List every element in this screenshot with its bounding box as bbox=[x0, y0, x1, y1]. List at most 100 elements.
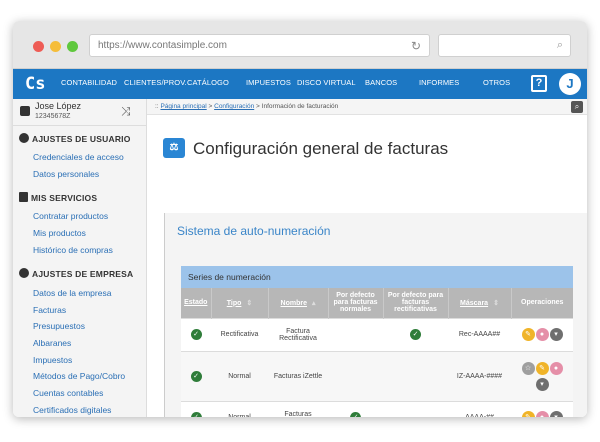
breadcrumb-home[interactable]: Página principal bbox=[160, 103, 206, 110]
default-check-icon: ✓ bbox=[410, 329, 421, 340]
cell-tipo: Rectificativa bbox=[211, 317, 268, 351]
minimize-window-icon[interactable] bbox=[50, 41, 61, 52]
section-ajustes-usuario: AJUSTES DE USUARIO bbox=[19, 133, 131, 144]
nav-bancos[interactable]: BANCOS bbox=[365, 78, 397, 87]
sidebar-item-impuestos[interactable]: Impuestos bbox=[33, 355, 72, 365]
page-title: Configuración general de facturas bbox=[193, 139, 449, 158]
gear-icon bbox=[19, 268, 29, 278]
col-def-rect: Por defecto para facturas rectificativas bbox=[383, 288, 449, 318]
search-icon[interactable]: ⌕ bbox=[571, 101, 583, 113]
nav-disco-virtual[interactable]: DISCO VIRTUAL bbox=[297, 78, 356, 87]
section-mis-servicios: MIS SERVICIOS bbox=[19, 192, 97, 203]
autonumbering-panel: Sistema de auto-numeración Series de num… bbox=[164, 213, 587, 417]
collapse-icon[interactable]: ⤨ bbox=[121, 104, 131, 119]
nav-informes[interactable]: INFORMES bbox=[419, 78, 459, 87]
col-operaciones: Operaciones bbox=[521, 299, 564, 307]
active-check-icon: ✓ bbox=[190, 329, 202, 340]
col-mascara[interactable]: Máscara ⇕ bbox=[448, 288, 512, 318]
edit-icon[interactable]: ✎ bbox=[535, 361, 549, 375]
cell-def-normal bbox=[328, 350, 383, 401]
cell-nombre: Facturas iZettle bbox=[268, 350, 328, 401]
col-tipo[interactable]: Tipo ⇕ bbox=[211, 288, 269, 318]
table-row: ✓ Normal Facturas normales ✓ AAAA-## ✎●▾ bbox=[181, 400, 573, 417]
breadcrumb-prefix: :: bbox=[155, 103, 159, 110]
cell-nombre: Factura Rectificativa bbox=[268, 317, 328, 351]
section-ajustes-empresa: AJUSTES DE EMPRESA bbox=[19, 268, 133, 279]
cell-tipo: Normal bbox=[211, 400, 268, 417]
active-check-icon: ✓ bbox=[190, 412, 202, 417]
table-row: ✓ Normal Facturas iZettle IZ-AAAA-#### ☆… bbox=[181, 350, 573, 401]
panel-title: Sistema de auto-numeración bbox=[177, 224, 331, 238]
briefcase-icon bbox=[19, 192, 28, 202]
cell-mascara: AAAA-## bbox=[448, 400, 511, 417]
default-check-icon: ✓ bbox=[350, 412, 361, 417]
user-card-icon bbox=[20, 106, 30, 116]
col-def-normal: Por defecto para facturas normales bbox=[328, 288, 384, 318]
menu-icon[interactable]: ▾ bbox=[549, 328, 563, 341]
star-icon[interactable]: ☆ bbox=[521, 361, 535, 375]
top-navigation: Cs CONTABILIDAD CLIENTES/PROV. CATÁLOGO … bbox=[13, 69, 587, 99]
nav-contabilidad[interactable]: CONTABILIDAD bbox=[61, 78, 117, 87]
sidebar-item-certificados[interactable]: Certificados digitales bbox=[33, 405, 111, 415]
breadcrumb-config[interactable]: Configuración bbox=[214, 103, 254, 110]
col-nombre[interactable]: Nombre ▴ bbox=[268, 288, 329, 318]
edit-icon[interactable]: ✎ bbox=[521, 411, 535, 417]
gear-icon bbox=[19, 133, 29, 143]
cell-mascara: IZ-AAAA-#### bbox=[448, 350, 511, 401]
sidebar-item-datos-empresa[interactable]: Datos de la empresa bbox=[33, 288, 111, 298]
sidebar-item-contratar[interactable]: Contratar productos bbox=[33, 211, 108, 221]
cell-def-normal: ✓ bbox=[328, 400, 383, 417]
cell-operaciones: ☆ ✎ ● ▾ bbox=[511, 350, 573, 401]
avatar[interactable]: J bbox=[559, 73, 581, 95]
nav-clientes[interactable]: CLIENTES/PROV. bbox=[124, 78, 187, 87]
col-estado[interactable]: Estado bbox=[181, 288, 212, 318]
cell-operaciones: ✎●▾ bbox=[511, 400, 573, 417]
sidebar-item-cuentas-contables[interactable]: Cuentas contables bbox=[33, 388, 103, 398]
browser-search-field[interactable]: ⌕ bbox=[438, 34, 571, 57]
cell-def-normal bbox=[328, 317, 383, 351]
reload-icon[interactable]: ↻ bbox=[411, 39, 421, 53]
sidebar-item-facturas[interactable]: Facturas bbox=[33, 305, 66, 315]
nav-catalogo[interactable]: CATÁLOGO bbox=[187, 78, 229, 87]
user-name: Jose López bbox=[35, 101, 82, 111]
sidebar-item-historico[interactable]: Histórico de compras bbox=[33, 245, 113, 255]
sidebar-item-mis-productos[interactable]: Mis productos bbox=[33, 228, 86, 238]
main-content: ⚖ Configuración general de facturas Sist… bbox=[147, 116, 587, 417]
cell-nombre: Facturas normales bbox=[268, 400, 328, 417]
user-box: Jose López 12345678Z ⤨ bbox=[13, 99, 146, 126]
toggle-icon[interactable]: ● bbox=[549, 361, 563, 375]
breadcrumb: :: Página principal > Configuración > In… bbox=[147, 99, 587, 115]
scales-icon: ⚖ bbox=[163, 138, 185, 158]
nav-otros[interactable]: OTROS bbox=[483, 78, 510, 87]
menu-icon[interactable]: ▾ bbox=[549, 411, 563, 417]
cell-def-rect bbox=[383, 350, 448, 401]
edit-icon[interactable]: ✎ bbox=[521, 328, 535, 341]
search-icon: ⌕ bbox=[556, 39, 563, 51]
breadcrumb-sep: > bbox=[256, 103, 260, 110]
series-table: Estado Tipo ⇕ Nombre ▴ Por defecto para fa… bbox=[181, 288, 573, 417]
toggle-icon[interactable]: ● bbox=[535, 328, 549, 341]
table-title: Series de numeración bbox=[181, 266, 573, 288]
breadcrumb-current: Información de facturación bbox=[261, 103, 339, 110]
cell-operaciones: ✎●▾ bbox=[511, 317, 573, 351]
cell-def-rect: ✓ bbox=[383, 317, 448, 351]
sidebar: Jose López 12345678Z ⤨ AJUSTES DE USUARI… bbox=[13, 99, 147, 417]
logo[interactable]: Cs bbox=[25, 74, 45, 94]
help-icon[interactable]: ? bbox=[531, 75, 547, 92]
cell-def-rect bbox=[383, 400, 448, 417]
sidebar-item-metodos-pago[interactable]: Métodos de Pago/Cobro bbox=[33, 371, 125, 381]
cell-tipo: Normal bbox=[211, 350, 268, 401]
sidebar-item-datos-personales[interactable]: Datos personales bbox=[33, 169, 99, 179]
user-nif: 12345678Z bbox=[35, 113, 71, 120]
nav-impuestos[interactable]: IMPUESTOS bbox=[246, 78, 291, 87]
maximize-window-icon[interactable] bbox=[67, 41, 78, 52]
toggle-icon[interactable]: ● bbox=[535, 411, 549, 417]
sidebar-item-presupuestos[interactable]: Presupuestos bbox=[33, 321, 85, 331]
address-bar[interactable]: https://www.contasimple.com ↻ bbox=[89, 34, 430, 57]
menu-icon[interactable]: ▾ bbox=[535, 377, 549, 391]
close-window-icon[interactable] bbox=[33, 41, 44, 52]
sidebar-item-albaranes[interactable]: Albaranes bbox=[33, 338, 71, 348]
breadcrumb-sep: > bbox=[208, 103, 213, 110]
address-text: https://www.contasimple.com bbox=[98, 40, 227, 51]
sidebar-item-credenciales[interactable]: Credenciales de acceso bbox=[33, 152, 124, 162]
